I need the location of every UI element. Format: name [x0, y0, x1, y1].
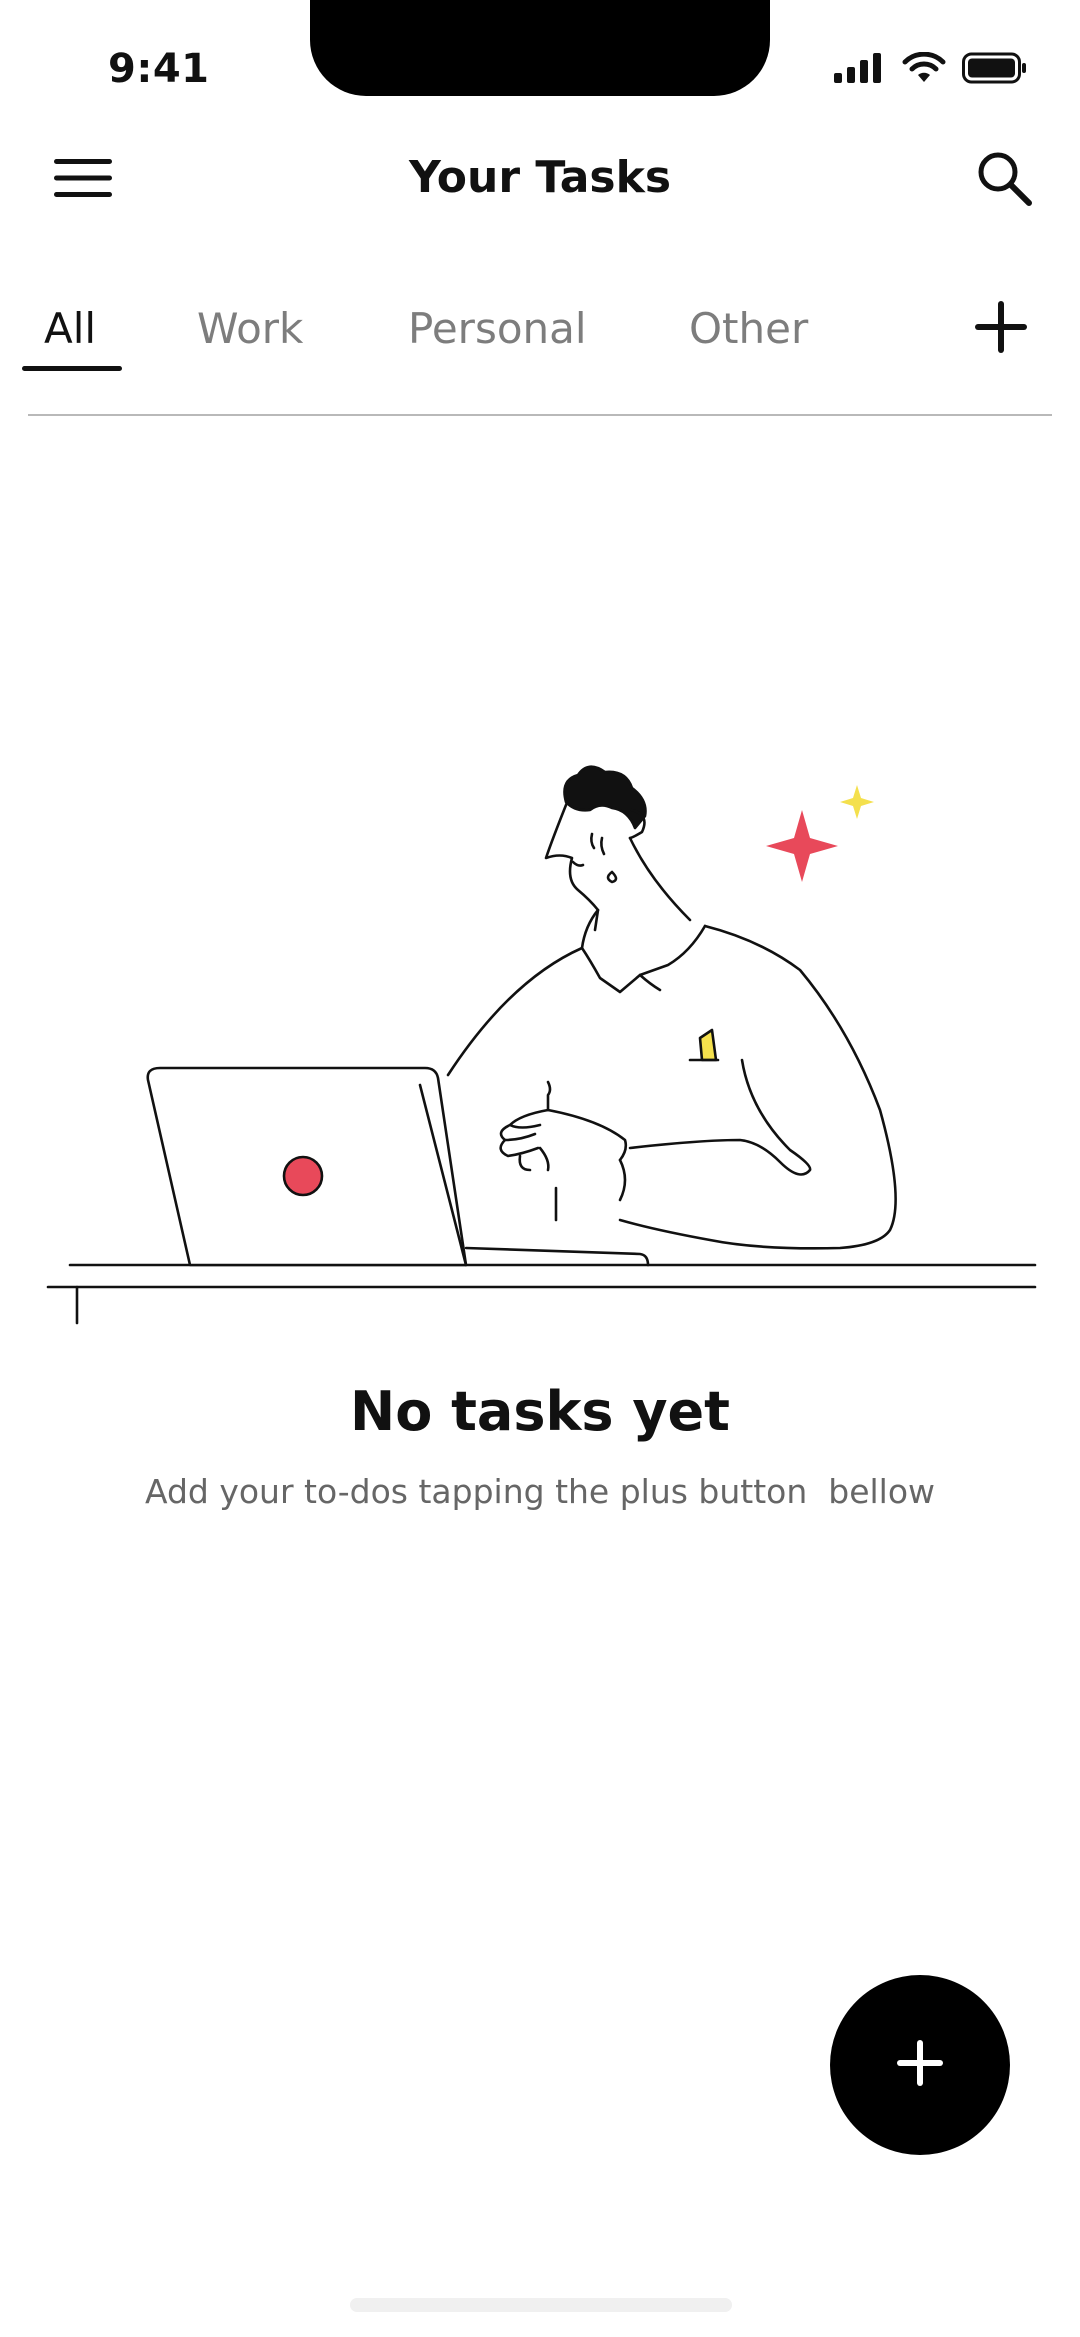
search-button[interactable] [968, 144, 1040, 216]
tab-work[interactable]: Work [197, 304, 303, 353]
tab-all[interactable]: All [44, 304, 96, 353]
tabs-divider [28, 414, 1052, 416]
active-tab-indicator [22, 366, 122, 371]
empty-state-illustration [0, 730, 1080, 1330]
tab-personal[interactable]: Personal [408, 304, 587, 353]
app-header: Your Tasks [0, 140, 1080, 220]
status-time: 9:41 [108, 46, 210, 92]
plus-icon [975, 301, 1027, 357]
status-bar: 9:41 [0, 0, 1080, 110]
add-task-button[interactable] [830, 1975, 1010, 2155]
category-tabs: All Work Personal Other [0, 290, 1080, 420]
plus-icon [895, 2038, 945, 2092]
empty-state-subtitle: Add your to-dos tapping the plus button … [144, 1472, 936, 1511]
add-category-button[interactable] [966, 294, 1036, 364]
device-notch [310, 0, 770, 96]
wifi-icon [902, 51, 946, 88]
tab-other[interactable]: Other [689, 304, 808, 353]
home-indicator [350, 2298, 732, 2312]
empty-state-title: No tasks yet [350, 1380, 730, 1443]
page-title: Your Tasks [408, 152, 672, 203]
task-list-screen: 9:41 Your Tasks All Work Personal Other … [0, 0, 1080, 2337]
battery-icon [962, 52, 1028, 88]
status-icons [834, 51, 1028, 88]
cellular-signal-icon [834, 53, 886, 87]
search-icon [974, 148, 1034, 212]
